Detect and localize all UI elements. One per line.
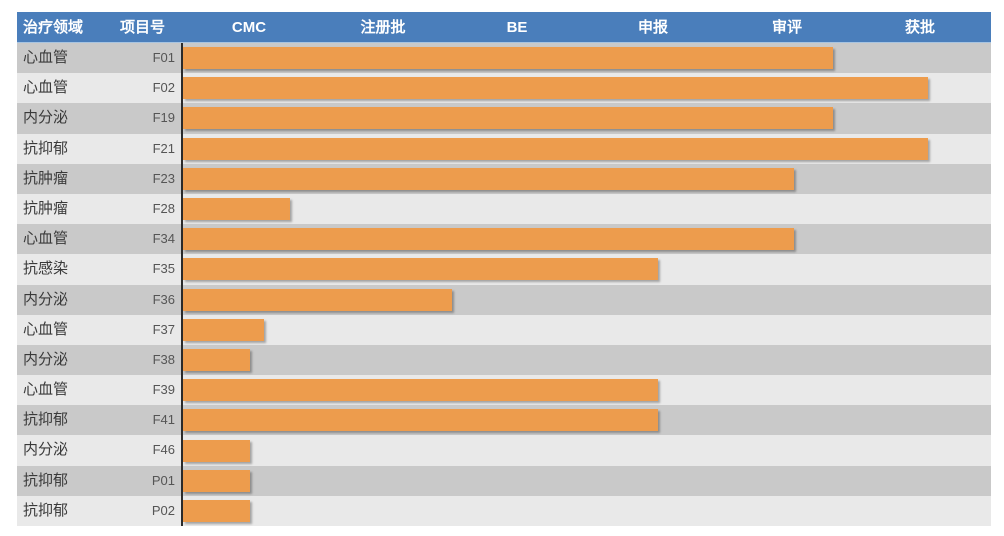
cell-project-code: F37	[152, 321, 175, 337]
column-header-approval[interactable]: 获批	[905, 12, 935, 43]
cell-treatment-area: 内分泌	[23, 350, 69, 368]
table-row[interactable]: 抗感染 F35	[17, 254, 991, 285]
table-row[interactable]: 抗抑郁 P02	[17, 495, 991, 526]
table-row[interactable]: 心血管 F37	[17, 314, 991, 345]
column-header-project-code[interactable]: 项目号	[120, 12, 165, 43]
table-row[interactable]: 内分泌 F19	[17, 103, 991, 134]
cell-treatment-area: 内分泌	[23, 109, 69, 127]
column-header-registration-batch[interactable]: 注册批	[360, 12, 405, 43]
cell-project-code: F01	[152, 50, 175, 65]
cell-treatment-area: 心血管	[23, 230, 69, 248]
table-body: 心血管 F01 心血管 F02 内分泌 F19 抗抑郁 F21 抗肿瘤 F23 抗肿瘤 F28 心血管 F…	[17, 43, 991, 526]
cell-treatment-area: 抗抑郁	[23, 501, 69, 519]
column-header-review[interactable]: 审评	[772, 12, 802, 43]
table-row[interactable]: 心血管 F02	[17, 73, 991, 104]
cell-treatment-area: 抗抑郁	[23, 411, 69, 429]
table-row[interactable]: 抗肿瘤 F23	[17, 163, 991, 194]
table-row[interactable]: 抗抑郁 F41	[17, 405, 991, 436]
column-header-submission[interactable]: 申报	[638, 12, 668, 43]
cell-project-code: F28	[152, 200, 175, 216]
cell-project-code: F46	[152, 442, 175, 458]
column-header-cmc[interactable]: CMC	[232, 12, 266, 43]
cell-project-code: F36	[152, 291, 175, 307]
cell-treatment-area: 抗肿瘤	[23, 199, 69, 217]
cell-treatment-area: 心血管	[23, 381, 69, 399]
cell-project-code: F41	[152, 412, 175, 428]
cell-treatment-area: 心血管	[23, 49, 69, 66]
cell-project-code: F38	[152, 351, 175, 367]
cell-project-code: F21	[152, 140, 175, 156]
table-row[interactable]: 内分泌 F36	[17, 284, 991, 315]
cell-treatment-area: 抗感染	[23, 260, 69, 278]
cell-project-code: F34	[152, 231, 175, 247]
cell-treatment-area: 抗抑郁	[23, 139, 69, 157]
table-row[interactable]: 心血管 F34	[17, 224, 991, 255]
table-row[interactable]: 内分泌 F38	[17, 344, 991, 376]
table-row[interactable]: 抗抑郁 F21	[17, 133, 991, 164]
project-timeline-table: 治疗领域 项目号 CMC 注册批 BE 申报 审评 获批 心血管 F01 心血管 F0…	[17, 12, 991, 526]
cell-treatment-area: 内分泌	[23, 290, 69, 308]
cell-treatment-area: 心血管	[23, 320, 69, 338]
cell-project-code: F35	[152, 261, 175, 277]
cell-treatment-area: 心血管	[23, 79, 69, 97]
cell-project-code: P02	[151, 502, 175, 518]
cell-treatment-area: 内分泌	[23, 441, 69, 459]
column-header-be[interactable]: BE	[507, 12, 528, 43]
cell-project-code: F19	[152, 110, 175, 126]
cell-project-code: P01	[151, 472, 175, 488]
table-row[interactable]: 抗肿瘤 F28	[17, 193, 991, 225]
cell-project-code: F02	[152, 80, 175, 96]
table-row[interactable]: 内分泌 F46	[17, 435, 991, 466]
column-header-treatment-area[interactable]: 治疗领域	[23, 12, 83, 43]
cell-treatment-area: 抗肿瘤	[23, 169, 69, 187]
cell-treatment-area: 抗抑郁	[23, 471, 69, 489]
cell-project-code: F39	[152, 382, 175, 398]
table-header-row: 治疗领域 项目号 CMC 注册批 BE 申报 审评 获批	[17, 12, 991, 43]
table-row[interactable]: 心血管 F39	[17, 375, 991, 406]
table-row[interactable]: 抗抑郁 P01	[17, 465, 991, 496]
table-row[interactable]: 心血管 F01	[17, 43, 991, 74]
cell-project-code: F23	[152, 170, 175, 186]
